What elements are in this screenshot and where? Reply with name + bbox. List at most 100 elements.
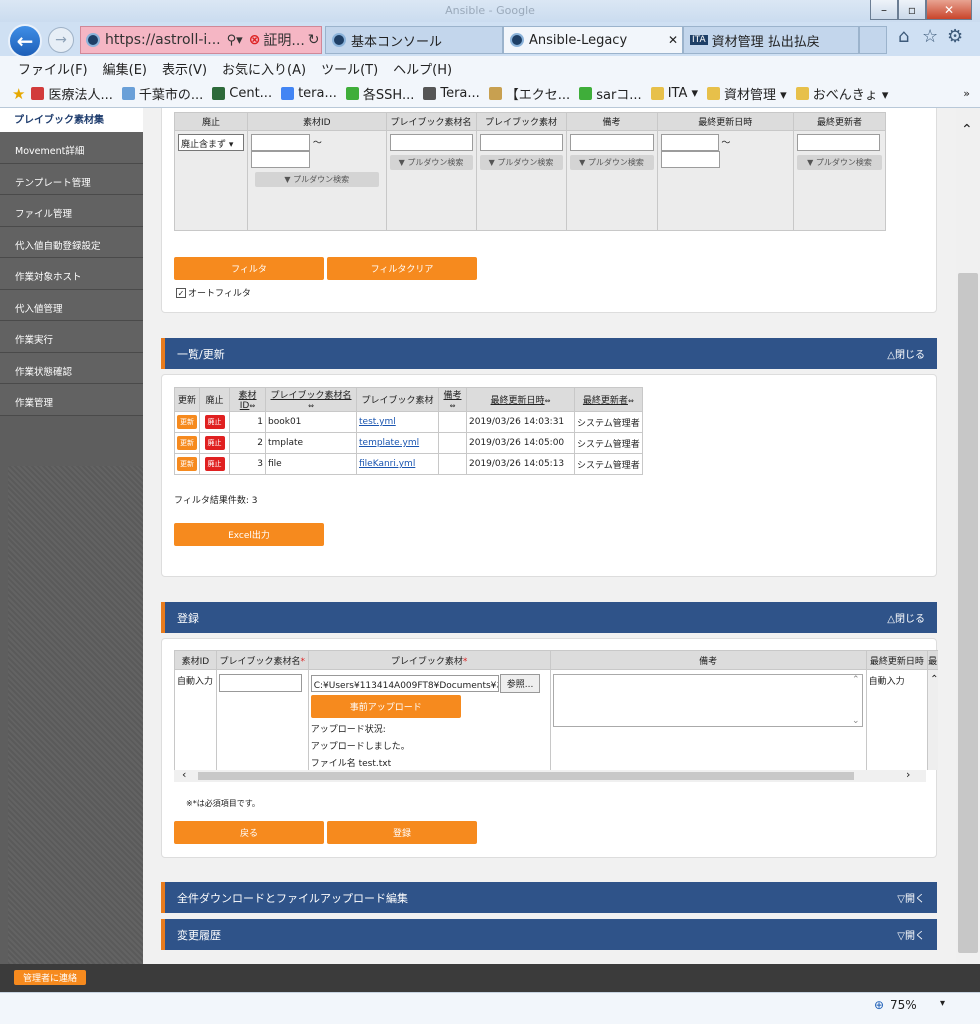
menu-edit[interactable]: 編集(E) — [103, 59, 147, 78]
favorite-item[interactable]: 各SSH... — [345, 84, 414, 103]
close-window-button[interactable]: ✕ — [926, 0, 972, 20]
file-filter-input[interactable] — [479, 134, 563, 151]
maximize-button[interactable]: ▫ — [898, 0, 926, 20]
date-to-input[interactable] — [660, 151, 720, 168]
list-header-cell[interactable]: プレイブック素材名⇔ — [265, 387, 357, 412]
pulldown-search-button[interactable]: ▼ プルダウン検索 — [569, 155, 654, 170]
sidebar-item-current[interactable]: プレイブック素材集 — [0, 108, 143, 132]
add-favorite-icon[interactable]: ★ — [12, 85, 25, 103]
sort-icon[interactable]: ⇔ — [308, 402, 314, 410]
sidebar-item[interactable]: 作業状態確認 — [0, 352, 143, 384]
address-bar[interactable]: https://astroll-i... ⚲▾ ⊗ 証明... ↻ — [80, 26, 322, 54]
list-close-toggle[interactable]: △閉じる — [887, 346, 925, 361]
list-header-cell[interactable]: プレイブック素材 — [356, 387, 439, 412]
cert-label[interactable]: 証明... — [263, 30, 304, 50]
search-icon[interactable]: ⚲▾ — [227, 33, 243, 48]
file-path-field[interactable]: C:¥Users¥113414A009FT8¥Documents¥お — [310, 675, 499, 692]
zoom-dropdown-icon[interactable]: ▾ — [940, 998, 945, 1009]
scroll-left-icon[interactable]: ‹ — [182, 768, 186, 781]
discard-button[interactable]: 廃止 — [204, 457, 225, 471]
sidebar-item[interactable]: Movement詳細 — [0, 132, 143, 164]
favorite-item[interactable]: sarコ... — [579, 84, 642, 103]
name-filter-input[interactable] — [389, 134, 473, 151]
back-button[interactable]: ← — [8, 24, 42, 58]
filter-clear-button[interactable]: フィルタクリア — [327, 257, 477, 280]
pre-upload-button[interactable]: 事前アップロード — [310, 695, 461, 718]
sidebar-item[interactable]: 作業管理 — [0, 384, 143, 416]
sort-icon[interactable]: ⇔ — [450, 402, 456, 410]
sort-icon[interactable]: ⇔ — [249, 402, 255, 410]
favorite-item[interactable]: 医療法人... — [31, 84, 113, 103]
bulk-download-section-header[interactable]: 全件ダウンロードとファイルアップロード編集 ▽開く — [161, 882, 937, 913]
register-button[interactable]: 登録 — [327, 821, 477, 844]
sidebar-item[interactable]: 作業実行 — [0, 321, 143, 353]
note-textarea[interactable]: ⌃ ⌄ — [552, 674, 863, 727]
favorite-item[interactable]: ITA ▾ — [650, 84, 698, 103]
home-icon[interactable]: ⌂ — [898, 26, 909, 47]
id-to-input[interactable] — [251, 151, 310, 168]
minimize-button[interactable]: – — [870, 0, 898, 20]
pulldown-search-button[interactable]: ▼ プルダウン検索 — [479, 155, 563, 170]
id-from-input[interactable] — [251, 134, 310, 151]
update-button[interactable]: 更新 — [177, 457, 197, 471]
favorite-item[interactable]: おべんきょ ▾ — [795, 84, 888, 103]
discard-button[interactable]: 廃止 — [204, 436, 225, 450]
row-file-link[interactable]: template.yml — [359, 438, 419, 448]
discard-button[interactable]: 廃止 — [204, 415, 225, 429]
tab-asset-management[interactable]: ITA 資材管理 払出払戻 — [683, 26, 859, 54]
tab-ansible-legacy[interactable]: Ansible-Legacy ✕ — [503, 26, 683, 54]
pulldown-search-button[interactable]: ▼ プルダウン検索 — [389, 155, 473, 170]
date-from-input[interactable] — [660, 134, 719, 151]
menu-file[interactable]: ファイル(F) — [18, 59, 88, 78]
scroll-up-icon[interactable]: ⌃ — [961, 122, 973, 138]
tab-basic-console[interactable]: 基本コンソール — [325, 26, 503, 54]
menu-view[interactable]: 表示(V) — [162, 59, 207, 78]
pulldown-search-button[interactable]: ▼ プルダウン検索 — [797, 155, 882, 170]
gear-icon[interactable]: ⚙ — [947, 26, 963, 47]
favorite-item[interactable]: Cent... — [212, 84, 272, 103]
favorites-star-icon[interactable]: ☆ — [922, 26, 938, 47]
filter-button[interactable]: フィルタ — [174, 257, 324, 280]
new-tab-button[interactable] — [859, 26, 887, 54]
more-chevron-icon[interactable]: » — [963, 87, 970, 100]
scroll-right-icon[interactable]: › — [906, 768, 910, 781]
vscroll-thumb[interactable] — [958, 273, 978, 953]
history-section-header[interactable]: 変更履歴 ▽開く — [161, 919, 937, 950]
playbook-name-input[interactable] — [218, 674, 302, 692]
back-button-form[interactable]: 戻る — [174, 821, 324, 844]
page-vscrollbar[interactable]: ⌃ ⌄ — [956, 108, 980, 972]
favorite-item[interactable]: 資材管理 ▾ — [707, 84, 787, 103]
list-section-header[interactable]: 一覧/更新 △閉じる — [161, 338, 937, 369]
list-header-cell[interactable]: 素材ID⇔ — [229, 387, 266, 412]
sort-icon[interactable]: ⇔ — [545, 397, 551, 405]
update-button[interactable]: 更新 — [177, 415, 197, 429]
register-hscrollbar[interactable]: ‹ › — [174, 768, 926, 782]
history-open-toggle[interactable]: ▽開く — [897, 927, 925, 942]
textarea-scroll-up-icon[interactable]: ⌃ — [852, 675, 860, 685]
favorite-item[interactable]: Tera... — [423, 84, 480, 103]
hscroll-thumb[interactable] — [198, 772, 854, 780]
list-header-cell[interactable]: 最終更新日時⇔ — [466, 387, 575, 412]
favorite-item[interactable]: 【エクセ... — [488, 84, 570, 103]
list-header-cell[interactable]: 備考⇔ — [438, 387, 467, 412]
row-file-link[interactable]: fileKanri.yml — [359, 459, 415, 469]
discard-select[interactable]: 廃止含まず ▾ — [178, 134, 244, 151]
menu-tools[interactable]: ツール(T) — [321, 59, 378, 78]
browse-button[interactable]: 参照... — [499, 674, 541, 693]
sidebar-item[interactable]: 作業対象ホスト — [0, 258, 143, 290]
sidebar-item[interactable]: 代入値自動登録設定 — [0, 226, 143, 258]
bulk-download-open-toggle[interactable]: ▽開く — [897, 890, 925, 905]
sidebar-item[interactable]: 代入値管理 — [0, 289, 143, 321]
zoom-icon[interactable]: ⊕ — [874, 998, 884, 1012]
register-close-toggle[interactable]: △閉じる — [887, 610, 925, 625]
auto-filter-checkbox[interactable]: ✓ — [176, 287, 186, 298]
register-section-header[interactable]: 登録 △閉じる — [161, 602, 937, 633]
close-tab-icon[interactable]: ✕ — [668, 33, 678, 47]
row-file-link[interactable]: test.yml — [359, 417, 396, 427]
menu-favorites[interactable]: お気に入り(A) — [222, 59, 306, 78]
update-button[interactable]: 更新 — [177, 436, 197, 450]
menu-help[interactable]: ヘルプ(H) — [393, 59, 452, 78]
textarea-scroll-down-icon[interactable]: ⌄ — [852, 716, 860, 726]
excel-export-button[interactable]: Excel出力 — [174, 523, 324, 546]
zoom-level[interactable]: 75% — [890, 998, 917, 1012]
